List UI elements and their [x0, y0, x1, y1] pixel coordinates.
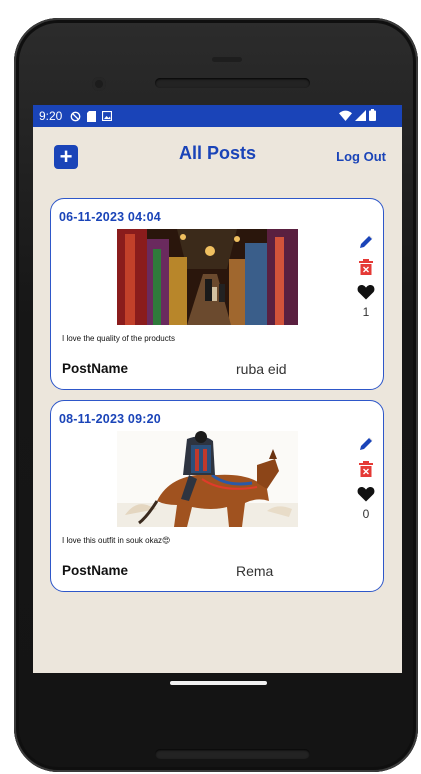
- rider-photo: [117, 431, 298, 527]
- trash-icon: [359, 259, 373, 275]
- post-name-label: PostName: [62, 361, 129, 376]
- media-icon: [102, 111, 113, 121]
- like-post-button[interactable]: [356, 282, 376, 302]
- delete-post-button[interactable]: [356, 257, 376, 277]
- status-system-icons: [339, 109, 376, 121]
- signal-icon: [355, 109, 366, 121]
- pencil-icon: [360, 437, 373, 450]
- app-bar: + All Posts Log Out: [33, 127, 402, 185]
- top-notch: [212, 57, 242, 62]
- earpiece-speaker: [155, 78, 310, 88]
- app-screen: 9:20 + All Posts Log Out 06-11-2023 04:0…: [33, 105, 402, 673]
- wifi-icon: [339, 110, 352, 121]
- market-photo: [117, 229, 298, 325]
- trash-icon: [359, 461, 373, 477]
- pencil-icon: [360, 235, 373, 248]
- like-post-button[interactable]: [356, 484, 376, 504]
- post-name-label: PostName: [62, 563, 129, 578]
- like-count: 1: [362, 305, 370, 319]
- sim-card-icon: [87, 110, 97, 122]
- edit-post-button[interactable]: [356, 232, 376, 252]
- post-card: 08-11-2023 09:20 0 I love this outfit in…: [50, 400, 384, 592]
- status-bar: 9:20: [33, 105, 402, 127]
- post-card: 06-11-2023 04:04 1 I love the quality of…: [50, 198, 384, 390]
- heart-icon: [357, 285, 375, 300]
- delete-post-button[interactable]: [356, 459, 376, 479]
- post-caption: I love this outfit in souk okaz😍: [62, 536, 171, 545]
- post-name-value: Rema: [236, 563, 274, 579]
- post-image: [117, 431, 298, 527]
- logout-button[interactable]: Log Out: [336, 149, 386, 164]
- battery-icon: [369, 109, 376, 121]
- like-count: 0: [362, 507, 370, 521]
- post-date: 06-11-2023 04:04: [59, 210, 161, 224]
- front-camera: [92, 77, 106, 91]
- edit-post-button[interactable]: [356, 434, 376, 454]
- post-actions: 0: [355, 434, 377, 521]
- heart-icon: [357, 487, 375, 502]
- post-caption: I love the quality of the products: [62, 334, 175, 343]
- status-notification-icons: [70, 110, 113, 122]
- do-not-disturb-icon: [70, 111, 81, 121]
- post-image: [117, 229, 298, 325]
- post-actions: 1: [355, 232, 377, 319]
- post-name-value: ruba eid: [236, 361, 287, 377]
- status-time: 9:20: [39, 109, 63, 123]
- bottom-speaker: [155, 749, 310, 759]
- post-date: 08-11-2023 09:20: [59, 412, 161, 426]
- home-gesture-bar[interactable]: [170, 681, 267, 685]
